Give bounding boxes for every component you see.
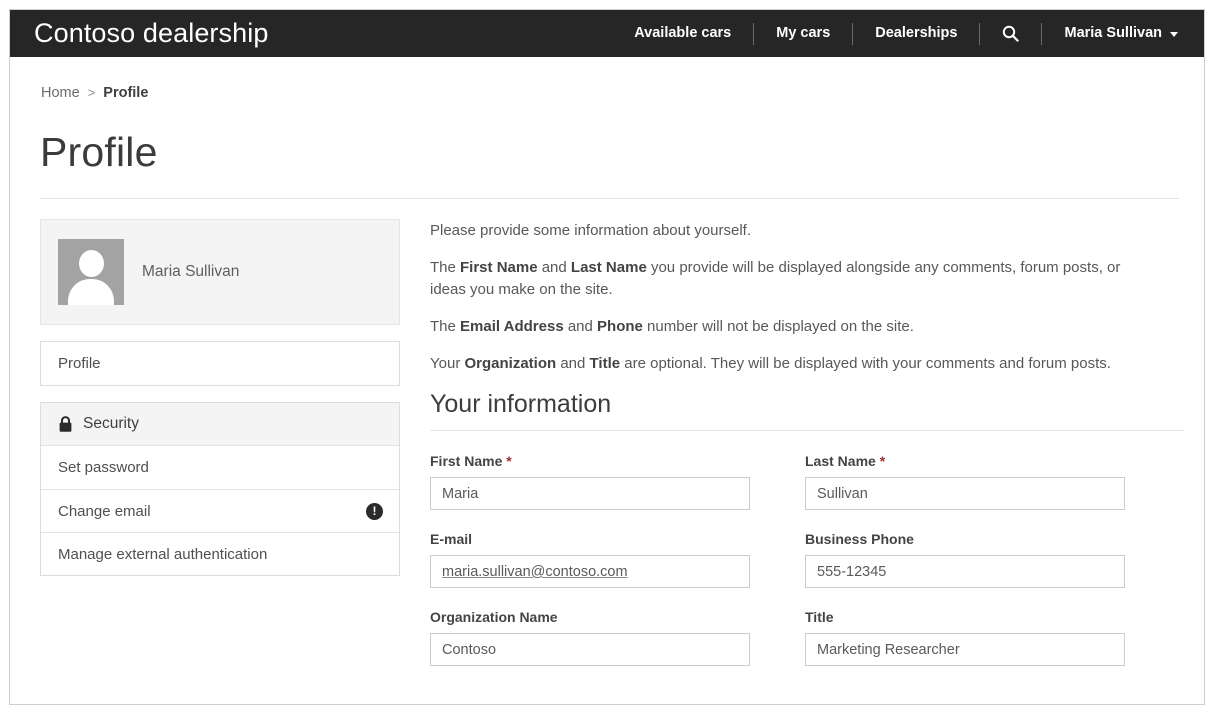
field-organization-name: Organization Name [430, 609, 750, 667]
organization-name-input[interactable] [430, 633, 750, 667]
alert-icon: ! [366, 502, 383, 520]
sidebar-item-label: Change email [58, 502, 151, 520]
field-label-first-name: First Name * [430, 453, 750, 469]
intro-p3-part-d: number will not be displayed on the site… [642, 317, 914, 335]
title-divider [40, 198, 1179, 199]
field-label-business-phone: Business Phone [805, 531, 914, 548]
intro-paragraph-1: Please provide some information about yo… [430, 222, 752, 239]
brand-title[interactable]: Contoso dealership [34, 18, 268, 49]
sidebar-item-label: Profile [58, 355, 101, 372]
sidebar-primary-list: Profile [40, 341, 400, 386]
sidebar-item-label: Manage external authentication [58, 545, 268, 563]
content-wrapper: Home > Profile Profile Maria Sullivan Pr… [10, 57, 1204, 687]
sidebar-item-change-email[interactable]: Change email ! [41, 489, 399, 532]
intro-p2-bold-last-name: Last Name [570, 259, 647, 277]
nav-item-my-cars[interactable]: My cars [754, 10, 852, 57]
user-menu-label: Maria Sullivan [1064, 25, 1162, 41]
intro-p3-part-a: The [430, 317, 461, 335]
intro-p3-part-c: and [563, 317, 598, 335]
grid-spacer [750, 609, 805, 666]
profile-form: First Name * Last Name * E-mail Busi [430, 453, 1184, 687]
sidebar-security-title: Security [83, 415, 139, 432]
field-first-name: First Name * [430, 453, 750, 511]
main-content: Please provide some information about yo… [400, 219, 1184, 687]
sidebar-item-label: Set password [58, 459, 149, 476]
intro-p4-part-d: are optional. They will be displayed wit… [620, 355, 1111, 373]
intro-p4-bold-organization: Organization [464, 355, 557, 373]
intro-p2-part-c: and [537, 259, 571, 277]
site-header: Contoso dealership Available cars My car… [10, 10, 1204, 57]
avatar [58, 239, 124, 305]
intro-text: Please provide some information about yo… [430, 220, 1184, 374]
intro-p3-bold-email: Email Address [460, 317, 564, 335]
sidebar-item-set-password[interactable]: Set password [41, 446, 399, 489]
intro-p4-bold-title: Title [589, 355, 621, 373]
field-business-phone: Business Phone [805, 531, 1125, 589]
sidebar: Maria Sullivan Profile Security Set pass… [40, 219, 400, 687]
required-marker: * [879, 453, 886, 470]
profile-card-name: Maria Sullivan [142, 263, 240, 280]
intro-p2-bold-first-name: First Name [460, 259, 538, 277]
nav-item-available-cars[interactable]: Available cars [612, 10, 753, 57]
chevron-down-icon [1170, 32, 1178, 37]
grid-spacer [750, 531, 805, 588]
breadcrumb-item-home[interactable]: Home [41, 85, 80, 101]
field-label-text: Last Name [805, 453, 876, 470]
breadcrumb-separator: > [87, 85, 96, 100]
section-title-your-information: Your information [430, 390, 612, 419]
field-label-title: Title [805, 609, 834, 626]
sidebar-security-header: Security [41, 403, 399, 446]
profile-card: Maria Sullivan [40, 219, 400, 325]
intro-paragraph-2: The First Name and Last Name you provide… [430, 257, 1160, 300]
field-title: Title [805, 609, 1125, 667]
intro-paragraph-3: The Email Address and Phone number will … [430, 316, 1160, 337]
page-frame: Contoso dealership Available cars My car… [9, 9, 1205, 705]
email-input[interactable] [430, 555, 750, 589]
intro-p4-part-a: Your [430, 355, 465, 373]
two-column-layout: Maria Sullivan Profile Security Set pass… [34, 219, 1184, 687]
breadcrumb: Home > Profile [34, 57, 1180, 101]
sidebar-security-list: Security Set password Change email ! Man… [40, 402, 400, 576]
field-email: E-mail [430, 531, 750, 589]
field-label-email: E-mail [430, 531, 473, 548]
field-label-text: First Name [430, 453, 503, 470]
search-button[interactable] [980, 10, 1041, 57]
intro-p4-part-c: and [556, 355, 590, 373]
user-menu-button[interactable]: Maria Sullivan [1042, 10, 1190, 57]
alert-icon-glyph: ! [372, 503, 377, 518]
required-marker: * [506, 453, 512, 470]
first-name-input[interactable] [430, 477, 750, 511]
sidebar-item-manage-external-authentication[interactable]: Manage external authentication [41, 532, 399, 575]
last-name-input[interactable] [805, 477, 1125, 511]
section-divider [430, 430, 1184, 432]
avatar-body [68, 279, 114, 305]
grid-spacer [750, 453, 805, 510]
field-label-last-name: Last Name * [805, 453, 1125, 469]
field-last-name: Last Name * [805, 453, 1125, 511]
nav-item-dealerships[interactable]: Dealerships [853, 10, 979, 57]
avatar-head [78, 250, 104, 277]
title-input[interactable] [805, 633, 1125, 667]
intro-p2-part-a: The [430, 259, 461, 277]
sidebar-item-profile[interactable]: Profile [41, 342, 399, 385]
lock-icon [59, 415, 72, 432]
intro-paragraph-4: Your Organization and Title are optional… [430, 353, 1160, 374]
intro-p3-bold-phone: Phone [597, 317, 643, 335]
search-icon [1003, 25, 1020, 42]
main-navigation: Available cars My cars Dealerships Maria… [612, 10, 1190, 57]
field-label-organization-name: Organization Name [430, 609, 558, 626]
business-phone-input[interactable] [805, 555, 1125, 589]
page-title: Profile [40, 129, 158, 175]
breadcrumb-item-current: Profile [103, 85, 149, 101]
